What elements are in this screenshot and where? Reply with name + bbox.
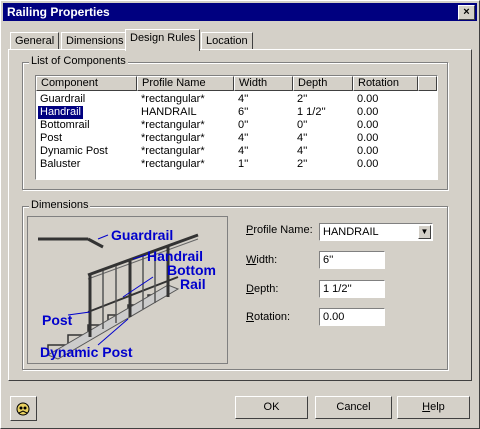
label-text: rofile Name:	[253, 224, 313, 236]
diagram-label-rail: Rail	[180, 276, 206, 292]
list-row[interactable]: Dynamic Post *rectangular* 4'' 4'' 0.00	[36, 145, 435, 158]
diagram-label-post: Post	[42, 312, 73, 328]
list-cell-rotation: 0.00	[357, 158, 379, 170]
cancel-label: Cancel	[336, 401, 371, 413]
components-group-label: List of Components	[29, 55, 128, 67]
col-profile-name[interactable]: Profile Name	[137, 76, 234, 91]
tab-dimensions[interactable]: Dimensions	[61, 32, 129, 50]
context-help-button[interactable]	[10, 396, 37, 421]
accel-char: R	[246, 311, 254, 323]
list-cell-depth: 2''	[297, 93, 308, 105]
list-cell-profile: *rectangular*	[141, 93, 205, 105]
list-cell-width: 1''	[238, 158, 249, 170]
list-cell-width: 6''	[238, 106, 249, 118]
list-cell-width: 4''	[238, 145, 249, 157]
dimensions-group-label: Dimensions	[29, 199, 91, 211]
profile-name-value: HANDRAIL	[323, 226, 379, 238]
list-cell-profile: *rectangular*	[141, 158, 205, 170]
list-row[interactable]: Guardrail *rectangular* 4'' 2'' 0.00	[36, 93, 435, 106]
list-row[interactable]: Baluster *rectangular* 1'' 2'' 0.00	[36, 158, 435, 171]
combo-arrow-icon[interactable]: ▼	[418, 225, 431, 239]
label-text: epth:	[253, 283, 279, 295]
accel-char: D	[246, 283, 254, 295]
close-button[interactable]: ×	[458, 5, 475, 20]
list-cell-profile: *rectangular*	[141, 145, 205, 157]
list-cell-rotation: 0.00	[357, 93, 379, 105]
depth-label: Depth:	[246, 283, 278, 295]
help-icon	[16, 402, 30, 416]
rotation-field[interactable]: 0.00	[319, 308, 385, 326]
width-value: 6''	[323, 254, 334, 266]
list-cell-rotation: 0.00	[357, 145, 379, 157]
list-cell-component: Dynamic Post	[40, 145, 108, 157]
title-bar[interactable]: Railing Properties ×	[3, 3, 477, 21]
list-cell-rotation: 0.00	[357, 106, 379, 118]
list-cell-width: 4''	[238, 132, 249, 144]
list-row[interactable]: Handrail HANDRAIL 6'' 1 1/2'' 0.00	[36, 106, 435, 119]
depth-field[interactable]: 1 1/2''	[319, 280, 385, 298]
components-list[interactable]: Component Profile Name Width Depth Rotat…	[35, 75, 438, 180]
depth-value: 1 1/2''	[323, 283, 352, 295]
list-cell-component: Bottomrail	[40, 119, 90, 131]
tab-label: Design Rules	[130, 32, 196, 44]
tab-general[interactable]: General	[10, 32, 60, 50]
col-component[interactable]: Component	[36, 76, 137, 91]
tab-design-rules[interactable]: Design Rules	[125, 29, 201, 51]
help-button[interactable]: Help	[397, 396, 470, 419]
list-cell-rotation: 0.00	[357, 119, 379, 131]
label-text: otation:	[253, 311, 291, 323]
list-cell-profile: HANDRAIL	[141, 106, 197, 118]
col-filler	[418, 76, 437, 91]
col-rotation[interactable]: Rotation	[353, 76, 418, 91]
tab-label: Dimensions	[66, 35, 124, 47]
rotation-value: 0.00	[323, 311, 345, 323]
width-field[interactable]: 6''	[319, 251, 385, 269]
rotation-label: Rotation:	[246, 311, 290, 323]
diagram-label-guardrail: Guardrail	[111, 227, 174, 243]
profile-name-select[interactable]: HANDRAIL ▼	[319, 223, 433, 241]
window-title: Railing Properties	[7, 5, 110, 19]
help-label: elp	[430, 401, 445, 413]
close-icon: ×	[463, 6, 470, 18]
list-cell-profile: *rectangular*	[141, 119, 205, 131]
list-cell-rotation: 0.00	[357, 132, 379, 144]
list-cell-width: 0''	[238, 119, 249, 131]
list-cell-depth: 1 1/2''	[297, 106, 326, 118]
list-cell-depth: 4''	[297, 145, 308, 157]
col-width[interactable]: Width	[234, 76, 293, 91]
list-cell-profile: *rectangular*	[141, 132, 205, 144]
tab-label: General	[15, 35, 55, 47]
list-cell-depth: 0''	[297, 119, 308, 131]
list-cell-width: 4''	[238, 93, 249, 105]
list-row[interactable]: Post *rectangular* 4'' 4'' 0.00	[36, 132, 435, 145]
list-header: Component Profile Name Width Depth Rotat…	[36, 76, 437, 91]
cancel-button[interactable]: Cancel	[315, 396, 392, 419]
list-row[interactable]: Bottomrail *rectangular* 0'' 0'' 0.00	[36, 119, 435, 132]
width-label: Width:	[246, 254, 277, 266]
profile-name-label: Profile Name:	[246, 224, 313, 236]
list-cell-depth: 4''	[297, 132, 308, 144]
list-cell-component: Guardrail	[40, 93, 86, 105]
tab-location[interactable]: Location	[201, 32, 253, 50]
list-cell-component: Handrail	[38, 106, 83, 119]
list-cell-component: Post	[40, 132, 63, 144]
accel-char: W	[246, 254, 257, 266]
list-cell-depth: 2''	[297, 158, 308, 170]
ok-label: OK	[263, 401, 280, 413]
accel-char: H	[422, 401, 431, 413]
col-depth[interactable]: Depth	[293, 76, 353, 91]
ok-button[interactable]: OK	[235, 396, 308, 419]
list-cell-component: Baluster	[40, 158, 81, 170]
label-text: idth:	[256, 254, 278, 266]
tab-label: Location	[206, 35, 248, 47]
diagram-label-dynamic-post: Dynamic Post	[40, 344, 133, 360]
